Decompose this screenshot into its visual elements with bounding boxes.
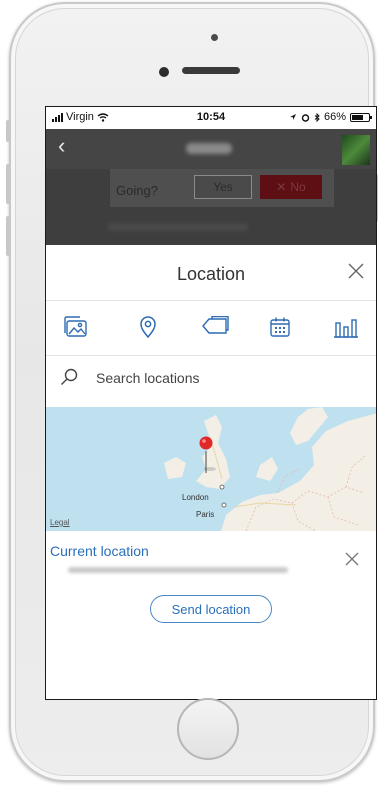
search-icon (61, 368, 78, 385)
yes-button[interactable]: Yes (194, 175, 252, 199)
earpiece-speaker (182, 67, 240, 74)
avatar[interactable] (342, 135, 370, 165)
no-label: No (290, 180, 306, 194)
location-pin-icon[interactable] (134, 313, 162, 341)
tag-icon[interactable] (201, 313, 229, 341)
rsvp-strip: Going? Yes ✕ No (46, 169, 376, 245)
app-header: ‹ (46, 129, 376, 169)
conversation-title (186, 143, 232, 154)
map-image: London Paris (46, 407, 376, 531)
map-label-paris: Paris (196, 510, 214, 519)
no-x-icon: ✕ (276, 180, 287, 194)
battery-icon (350, 112, 372, 122)
yes-label: Yes (213, 180, 233, 194)
battery-percent: 66% (323, 111, 346, 123)
volume-up-button (6, 164, 10, 204)
back-chevron-icon[interactable]: ‹ (58, 133, 65, 159)
current-location-address (68, 567, 288, 573)
obscured-text (108, 223, 248, 231)
status-indicators: 66% (289, 111, 372, 123)
toolbar-divider (46, 355, 376, 356)
dismiss-location-icon[interactable] (344, 551, 360, 567)
alarm-icon (301, 113, 310, 122)
current-location-label[interactable]: Current location (50, 543, 149, 559)
send-location-button[interactable]: Send location (150, 595, 272, 623)
sheet-title: Location (176, 264, 246, 284)
location-sheet: Location Search locations London Paris L… (46, 245, 376, 699)
no-button[interactable]: ✕ No (260, 175, 322, 199)
map-view[interactable]: London Paris Legal (46, 407, 376, 531)
phone-frame: Virgin 10:54 66% ‹ Going? Yes ✕ No Locat… (6, 2, 378, 782)
status-bar: Virgin 10:54 66% (46, 107, 376, 129)
attachment-toolbar (46, 313, 376, 349)
gallery-icon[interactable] (62, 313, 90, 341)
search-bar (46, 358, 376, 398)
volume-down-button (6, 216, 10, 256)
bluetooth-icon (314, 112, 320, 122)
mute-switch (6, 120, 10, 142)
close-icon[interactable] (346, 261, 366, 281)
front-camera (211, 34, 218, 41)
proximity-sensor (159, 67, 169, 77)
home-button[interactable] (177, 698, 239, 760)
going-question: Going? (116, 183, 158, 198)
screen: Virgin 10:54 66% ‹ Going? Yes ✕ No Locat… (45, 106, 377, 700)
calendar-icon[interactable] (266, 313, 294, 341)
location-arrow-icon (289, 114, 296, 120)
map-legal-link[interactable]: Legal (50, 518, 70, 527)
poll-icon[interactable] (332, 313, 360, 341)
search-input[interactable] (96, 366, 356, 390)
map-label-london: London (182, 493, 209, 502)
title-divider (46, 300, 376, 301)
